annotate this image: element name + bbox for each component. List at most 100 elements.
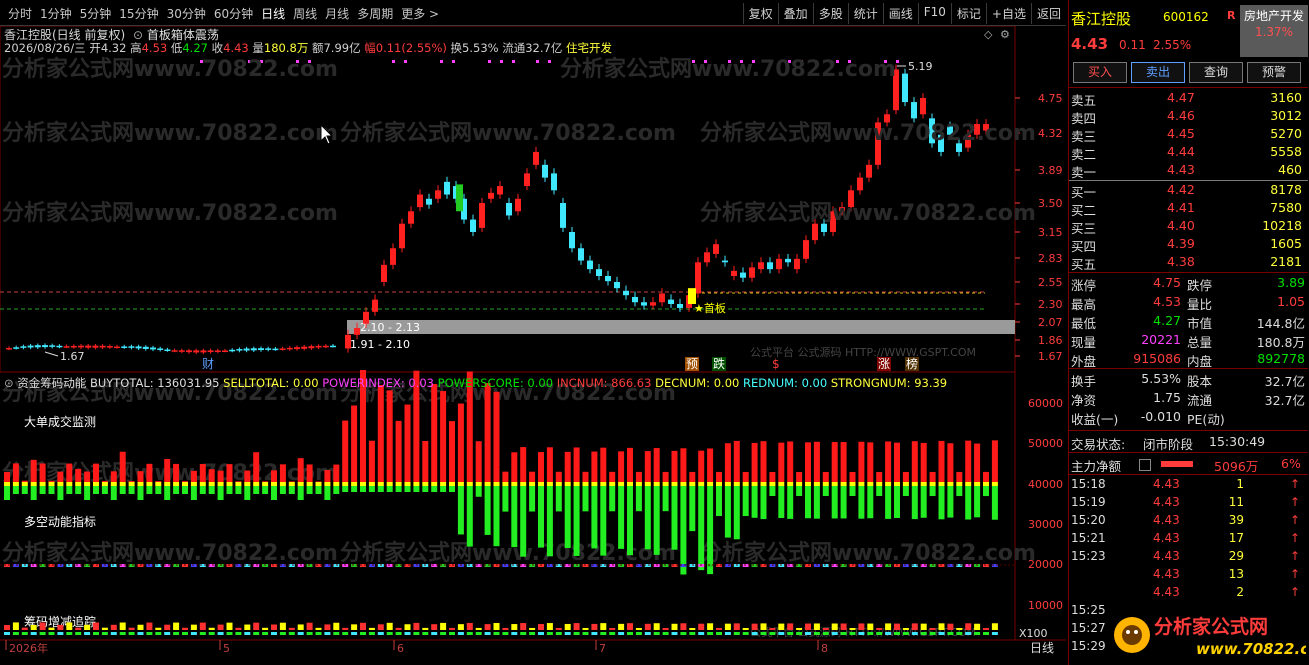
big-order-bar-cap	[155, 482, 162, 486]
price-axis-label: 2.07	[1038, 316, 1063, 329]
stat-value: 892778	[1257, 351, 1305, 366]
tool-0[interactable]: 复权	[742, 3, 778, 24]
chip-bar	[57, 632, 64, 635]
tab-9[interactable]: 多周期	[353, 5, 397, 22]
event-marker: $	[772, 357, 780, 371]
vol-value: 180.8万	[263, 41, 309, 55]
level-price: 4.44	[1167, 144, 1195, 159]
tab-0[interactable]: 分时	[4, 5, 36, 22]
tool-1[interactable]: 叠加	[777, 3, 813, 24]
asks-row[interactable]: 卖二 4.44 5558	[1069, 144, 1308, 162]
level-label: 买三	[1071, 221, 1097, 236]
tab-1[interactable]: 1分钟	[36, 5, 76, 22]
candle-body	[713, 244, 719, 254]
asks-row[interactable]: 卖三 4.45 5270	[1069, 126, 1308, 144]
buy-button[interactable]: 买入	[1073, 62, 1127, 83]
incnum: INCNUM: 866.63	[556, 376, 652, 390]
indicator-dropdown-icon[interactable]: ⊙	[4, 376, 14, 390]
big-order-bar	[742, 471, 749, 482]
tool-4[interactable]: 画线	[882, 3, 918, 24]
chip-bar	[965, 632, 972, 635]
tab-4[interactable]: 30分钟	[163, 5, 210, 22]
level-label: 买一	[1071, 185, 1097, 200]
big-order-bar-cap	[502, 482, 509, 486]
chip-bar	[422, 627, 429, 630]
asks-row[interactable]: 卖五 4.47 3160	[1069, 90, 1308, 108]
big-order-bar-cap	[173, 482, 180, 486]
big-order-bar-cap	[217, 482, 224, 486]
bids-row[interactable]: 买三 4.40 10218	[1069, 218, 1308, 236]
signal-dot	[452, 60, 455, 63]
candle-body	[229, 349, 236, 352]
big-order-bar	[30, 486, 37, 500]
sector-box[interactable]: 房地产开发 1.37%	[1240, 5, 1308, 57]
candle-body	[515, 198, 521, 212]
bids-row[interactable]: 买四 4.39 1605	[1069, 236, 1308, 254]
chip-bar	[75, 627, 82, 630]
turn-value: 5.53%	[462, 41, 499, 55]
big-order-bar	[911, 486, 918, 520]
candle-body	[479, 203, 485, 228]
bids-row[interactable]: 买二 4.41 7580	[1069, 200, 1308, 218]
bids-row[interactable]: 买五 4.38 2181	[1069, 254, 1308, 272]
chip-bar	[733, 623, 740, 630]
tab-6[interactable]: 日线	[257, 5, 289, 22]
divider	[1069, 452, 1308, 453]
sell-button[interactable]: 卖出	[1131, 62, 1185, 83]
chip-bar	[796, 627, 803, 630]
big-order-bar	[182, 486, 188, 494]
big-order-bar-cap	[974, 482, 981, 486]
tab-2[interactable]: 5分钟	[76, 5, 116, 22]
big-order-bar-cap	[600, 482, 607, 486]
big-order-bar-cap	[12, 482, 19, 486]
chip-bar	[805, 623, 811, 630]
signal-dot	[392, 60, 395, 63]
chip-bar	[386, 622, 393, 630]
big-order-bar	[475, 441, 482, 482]
chart-canvas[interactable]: 4.75 4.32 3.89 3.50 3.15 2.83 2.55 2.30 2.07 1.86…	[0, 0, 1066, 665]
candle-body	[857, 177, 863, 191]
chip-bar	[84, 624, 91, 630]
big-order-bar	[894, 442, 900, 482]
candle-body	[596, 269, 602, 276]
candle-body	[164, 349, 171, 352]
indicator-name[interactable]: 资金筹码动能	[17, 376, 86, 390]
time-axis-label: 7	[599, 642, 606, 655]
candle-body	[157, 348, 164, 350]
query-button[interactable]: 查询	[1189, 62, 1243, 83]
tool-5[interactable]: F10	[917, 3, 951, 24]
chip-bar	[493, 632, 500, 635]
candle-body	[20, 346, 27, 348]
big-order-bar-cap	[431, 482, 438, 486]
tab-5[interactable]: 60分钟	[210, 5, 257, 22]
tab-8[interactable]: 月线	[321, 5, 353, 22]
big-order-bar-cap	[39, 482, 46, 486]
big-order-bar	[769, 486, 776, 497]
tool-8[interactable]: 返回	[1030, 3, 1066, 24]
big-order-bar	[876, 471, 883, 482]
big-order-bar	[4, 486, 10, 500]
tab-10[interactable]: 更多 >	[397, 5, 443, 22]
tool-7[interactable]: +自选	[985, 3, 1031, 24]
chip-bar	[769, 627, 776, 630]
bids-row[interactable]: 买一 4.42 8178	[1069, 182, 1308, 200]
tool-6[interactable]: 标记	[950, 3, 986, 24]
asks-row[interactable]: 卖四 4.46 3012	[1069, 108, 1308, 126]
tab-7[interactable]: 周线	[289, 5, 321, 22]
quote-line: 2026/08/26/三 开4.32 高4.53 低4.27 收4.43 量18…	[4, 40, 612, 56]
big-order-bar	[75, 468, 82, 482]
tool-3[interactable]: 统计	[847, 3, 883, 24]
net-menu-icon[interactable]	[1139, 459, 1151, 471]
stat-label: 收益(一)	[1071, 412, 1119, 427]
tool-2[interactable]: 多股	[812, 3, 848, 24]
alert-button[interactable]: 预警	[1247, 62, 1301, 83]
tab-3[interactable]: 15分钟	[115, 5, 162, 22]
high-value: 4.53	[141, 41, 168, 55]
low-pointer	[44, 351, 59, 357]
asks-row[interactable]: 卖一 4.43 460	[1069, 162, 1308, 180]
chip-bar	[377, 624, 384, 630]
divider	[1069, 272, 1308, 273]
open-value: 4.32	[100, 41, 127, 55]
big-order-bar-cap	[769, 482, 776, 486]
chip-bar	[271, 632, 277, 635]
